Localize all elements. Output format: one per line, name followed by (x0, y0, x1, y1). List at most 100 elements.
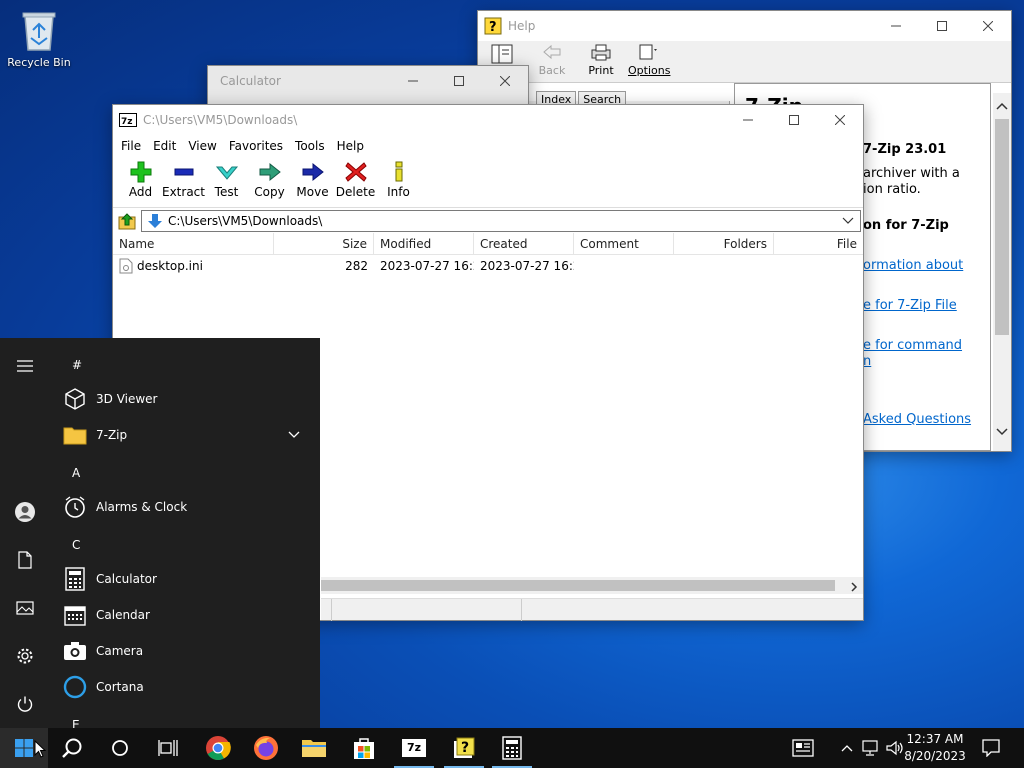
column-modified[interactable]: Modified (374, 233, 474, 255)
options-icon (639, 44, 657, 60)
calculator-minimize-button[interactable] (390, 66, 436, 96)
menu-help[interactable]: Help (331, 139, 370, 153)
group-header-e[interactable]: E (72, 718, 80, 728)
column-created[interactable]: Created (474, 233, 574, 255)
column-files[interactable]: File (774, 233, 863, 255)
column-name[interactable]: Name (113, 233, 274, 255)
help-close-button[interactable] (965, 11, 1011, 41)
taskbar-chrome[interactable] (194, 728, 242, 768)
menu-favorites[interactable]: Favorites (223, 139, 289, 153)
add-button[interactable]: Add (119, 157, 162, 207)
start-button[interactable] (0, 728, 48, 768)
chevron-down-icon[interactable] (288, 428, 302, 442)
extract-button[interactable]: Extract (162, 157, 205, 207)
help-scroll-thumb[interactable] (995, 119, 1009, 335)
documents-icon[interactable] (14, 549, 36, 571)
help-back-button[interactable]: Back (534, 43, 570, 77)
help-link-command-line[interactable]: e for command (863, 338, 962, 353)
taskbar-firefox[interactable] (242, 728, 290, 768)
app-calendar[interactable]: Calendar (62, 598, 310, 632)
check-icon (215, 166, 238, 180)
app-cortana[interactable]: Cortana (62, 670, 310, 704)
column-size[interactable]: Size (274, 233, 374, 255)
folder-up-icon (118, 212, 136, 229)
scroll-up-icon[interactable] (996, 99, 1008, 113)
copy-button[interactable]: Copy (248, 157, 291, 207)
7zip-titlebar[interactable]: 7z C:\Users\VM5\Downloads\ (113, 105, 863, 135)
power-icon[interactable] (14, 693, 36, 715)
help-link-command-line-cont[interactable]: n (863, 354, 871, 369)
help-titlebar[interactable]: ? Help (478, 11, 1011, 41)
app-camera[interactable]: Camera (62, 634, 310, 668)
calculator-maximize-button[interactable] (436, 66, 482, 96)
plus-icon (130, 161, 151, 183)
menu-view[interactable]: View (182, 139, 222, 153)
recycle-bin-desktop-icon[interactable]: Recycle Bin (4, 6, 74, 76)
windows-logo-icon (15, 739, 33, 757)
group-header-hash[interactable]: # (72, 358, 82, 372)
group-header-a[interactable]: A (72, 466, 80, 480)
news-widget-button[interactable] (786, 728, 820, 768)
file-list-header: Name Size Modified Created Comment Folde… (113, 233, 863, 255)
folder-up-button[interactable] (117, 211, 137, 231)
menu-tools[interactable]: Tools (289, 139, 331, 153)
calculator-titlebar[interactable]: Calculator (208, 66, 528, 96)
help-link-faq[interactable]: Asked Questions (863, 412, 971, 427)
hamburger-menu-icon[interactable] (14, 355, 36, 377)
user-account-icon[interactable] (14, 501, 36, 523)
settings-gear-icon[interactable] (14, 645, 36, 667)
help-vertical-scrollbar[interactable] (993, 93, 1011, 451)
action-center-button[interactable] (976, 728, 1006, 768)
task-view-button[interactable] (144, 728, 192, 768)
7zip-close-button[interactable] (817, 105, 863, 135)
menu-file[interactable]: File (115, 139, 147, 153)
cortana-button[interactable] (96, 728, 144, 768)
7zip-statusbar (321, 598, 863, 621)
alarm-clock-icon (62, 494, 88, 520)
taskbar-help[interactable]: ? (440, 728, 488, 768)
7zip-menubar: File Edit View Favorites Tools Help (113, 135, 863, 157)
taskbar-store[interactable] (340, 728, 388, 768)
folder-icon (62, 422, 88, 448)
help-maximize-button[interactable] (919, 11, 965, 41)
delete-button[interactable]: Delete (334, 157, 377, 207)
file-modified: 2023-07-27 16:23 (380, 259, 474, 273)
calculator-close-button[interactable] (482, 66, 528, 96)
7zip-minimize-button[interactable] (725, 105, 771, 135)
info-button[interactable]: Info (377, 157, 420, 207)
help-link-information[interactable]: ormation about (863, 258, 963, 273)
taskbar-clock[interactable]: 12:37 AM 8/20/2023 (902, 731, 968, 765)
7zip-hscroll-thumb[interactable] (321, 580, 835, 591)
taskbar-file-explorer[interactable] (290, 728, 338, 768)
app-alarms-clock[interactable]: Alarms & Clock (62, 490, 310, 524)
taskbar: 7z ? 12:37 AM 8/20/2023 (0, 728, 1024, 768)
table-row[interactable]: desktop.ini 282 2023-07-27 16:23 2023-07… (113, 255, 863, 277)
app-calculator[interactable]: Calculator (62, 562, 310, 596)
network-button[interactable] (860, 728, 882, 768)
chevron-down-icon[interactable] (842, 214, 858, 228)
path-combobox[interactable]: C:\Users\VM5\Downloads\ (141, 209, 861, 232)
app-3d-viewer[interactable]: 3D Viewer (62, 382, 310, 416)
7zip-maximize-button[interactable] (771, 105, 817, 135)
show-hidden-icons-button[interactable] (838, 728, 856, 768)
pictures-icon[interactable] (14, 597, 36, 619)
help-print-button[interactable]: Print (584, 43, 618, 77)
menu-edit[interactable]: Edit (147, 139, 182, 153)
search-button[interactable] (48, 728, 96, 768)
move-button[interactable]: Move (291, 157, 334, 207)
test-button[interactable]: Test (205, 157, 248, 207)
app-7zip-folder[interactable]: 7-Zip (62, 418, 310, 452)
column-comment[interactable]: Comment (574, 233, 674, 255)
scroll-right-icon[interactable] (850, 581, 858, 595)
file-explorer-icon (302, 740, 326, 757)
taskbar-7zip[interactable]: 7z (390, 728, 438, 768)
scroll-down-icon[interactable] (996, 425, 1008, 439)
taskbar-calculator[interactable] (488, 728, 536, 768)
help-minimize-button[interactable] (873, 11, 919, 41)
7zip-toolbar: Add Extract Test Copy Move Delete Info (113, 157, 863, 207)
group-header-c[interactable]: C (72, 538, 80, 552)
help-options-button[interactable]: Options (628, 43, 670, 77)
7zip-horizontal-scrollbar[interactable] (321, 577, 863, 594)
column-folders[interactable]: Folders (674, 233, 774, 255)
help-link-file-manager[interactable]: e for 7-Zip File (863, 298, 957, 313)
